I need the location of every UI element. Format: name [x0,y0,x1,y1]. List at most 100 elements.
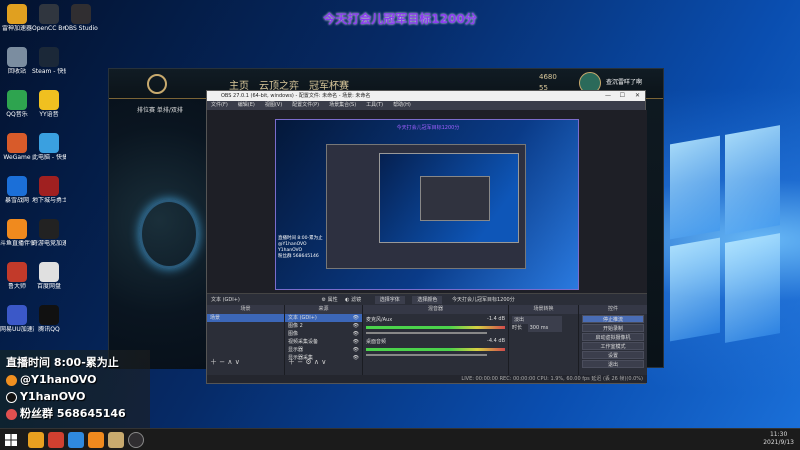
weibo-row: @Y1hanOVO [6,371,144,388]
move-down-icon[interactable]: ∨ [321,358,326,366]
source-item[interactable]: 视频采集设备 👁 [285,338,362,346]
obs-menu-item[interactable]: 视图(V) [265,102,282,108]
clock-time: 11:30 [769,431,788,438]
transition-type-select[interactable]: 淡出 [509,316,578,324]
desktop-icon[interactable]: 此电脑 - 快捷方式 [32,133,66,174]
move-up-icon[interactable]: ∧ [314,358,319,366]
minimize-icon[interactable]: — [605,91,611,101]
preview-fans: 粉丝群 568645146 [278,254,319,259]
taskbar-edge-icon[interactable] [68,432,84,448]
visibility-icon[interactable]: 👁 [353,314,359,322]
close-icon[interactable]: ✕ [635,91,640,101]
desktop-icon[interactable]: 百度网盘 [32,262,66,303]
control-button[interactable]: 停止推流 [582,315,644,323]
taskbar-app-icon[interactable] [48,432,64,448]
gear-icon[interactable]: ⚙ [305,358,311,366]
obs-menu-item[interactable]: 配置文件(P) [292,102,319,108]
gear-icon[interactable]: ⚙ [321,297,325,303]
recycle-bin-icon [7,47,27,67]
maximize-icon[interactable]: ☐ [620,91,625,101]
source-name: 文本 (GDI+) [211,297,240,303]
sources-dock: 来源 文本 (GDI+) 👁 图像 2 👁 图像 👁 视频采集设备 👁 显示器 👁 显示器… [285,305,363,377]
filter-icon[interactable]: ◐ [345,297,349,303]
scene-item[interactable]: 场景 [207,314,284,322]
desktop-icon[interactable]: WeGame [0,133,34,174]
desktop-icon[interactable]: 鲁大师 [0,262,34,303]
remove-icon[interactable]: − [219,358,225,366]
obs-window[interactable]: OBS 27.0.1 (64-bit, windows) - 配置文件: 未命名… [206,90,647,384]
source-item-label: 显示器 [288,347,304,353]
obs-menu-item[interactable]: 帮助(H) [393,102,411,108]
preview-overlay-title: 今天打会儿冠军目标1200分 [396,125,460,131]
control-button[interactable]: 退出 [582,360,644,368]
source-item[interactable]: 图像 👁 [285,330,362,338]
source-item[interactable]: 文本 (GDI+) 👁 [285,314,362,322]
properties-button[interactable]: 属性 [328,297,338,303]
yy-icon [39,90,59,110]
desktop-icon[interactable]: 地下城与勇士 [32,176,66,217]
mixer-track-name: 麦克风/Aux [366,317,393,323]
desktop-icon[interactable]: 回收站 [0,47,34,88]
obs-menu-item[interactable]: 工具(T) [366,102,383,108]
raiden-icon [7,4,27,24]
obs-preview[interactable]: 今天打会儿冠军目标1200分 直播时间 8:00-累为止 @Y1hanOVO Y… [207,110,647,293]
obs-menu-item[interactable]: 文件(F) [211,102,228,108]
desktop-icon-label: 斗鱼直播伴侣 [0,240,34,247]
move-down-icon[interactable]: ∨ [235,358,240,366]
add-icon[interactable]: ＋ [288,358,295,366]
transition-duration-field[interactable]: 300 ms [527,324,562,332]
transitions-dock: 场景转换 淡出 时长 300 ms [509,305,579,377]
text-value-field[interactable]: 今天打会儿冠军目标1200分 [452,297,515,303]
transitions-dock-header: 场景转换 [509,305,578,314]
desktop-icon-label: 鲁大师 [7,283,26,290]
schedule-text: 直播时间 8:00-累为止 [6,356,119,369]
source-item[interactable]: 显示器 👁 [285,346,362,354]
this-pc-icon [39,133,59,153]
visibility-icon[interactable]: 👁 [353,322,359,330]
taskbar-chrome-icon[interactable] [28,432,44,448]
move-up-icon[interactable]: ∧ [227,358,232,366]
lol-side-art [109,99,209,369]
obs-menu-item[interactable]: 编辑(E) [238,102,255,108]
obs-menu-item[interactable]: 场景集合(S) [329,102,356,108]
desktop-icon[interactable]: OBS Studio [64,4,98,45]
desktop-icon[interactable]: 腾讯QQ [32,305,66,346]
desktop-icon[interactable]: QQ音乐 [0,90,34,131]
desktop-icon[interactable]: 网易UU加速器 [0,305,34,346]
system-tray-clock[interactable]: 11:30 2021/9/13 [763,431,794,447]
desktop-icon[interactable]: Steam - 快捷方式 [32,47,66,88]
filters-button[interactable]: 滤镜 [351,297,361,303]
source-item[interactable]: 图像 2 👁 [285,322,362,330]
start-button[interactable] [4,432,20,448]
desktop-icon[interactable]: 暴雪战网 [0,176,34,217]
desktop-icon[interactable]: 斗鱼直播伴侣 [0,219,34,260]
visibility-icon[interactable]: 👁 [353,330,359,338]
control-button[interactable]: 开始录制 [582,324,644,332]
control-button[interactable]: 工作室模式 [582,342,644,350]
desktop-icon[interactable]: OpenCC Broadcast... [32,4,66,45]
visibility-icon[interactable]: 👁 [353,354,359,362]
mixer-list: 麦克风/Aux -1.4 dB 桌面音频 -4.4 dB [363,314,508,358]
scenes-dock-header: 场景 [207,305,284,314]
control-button[interactable]: 设置 [582,351,644,359]
taskbar-douyu-icon[interactable] [88,432,104,448]
visibility-icon[interactable]: 👁 [353,346,359,354]
volume-slider[interactable] [366,354,487,356]
obs-titlebar: OBS 27.0.1 (64-bit, windows) - 配置文件: 未命名… [207,91,645,101]
visibility-icon[interactable]: 👁 [353,338,359,346]
desktop-icon-label: 回收站 [7,68,26,75]
desktop-icon[interactable]: YY语音 [32,90,66,131]
taskbar-obs-icon[interactable] [128,432,144,448]
remove-icon[interactable]: − [297,358,303,366]
transition-duration-label: 时长 [512,325,523,331]
select-font-button[interactable]: 选择字体 [374,296,405,304]
desktop-icon[interactable]: 奇游电竞加速器 [32,219,66,260]
volume-slider[interactable] [366,332,487,334]
select-color-button[interactable]: 选择颜色 [412,296,443,304]
mixer-track-level: -1.4 dB [487,316,505,322]
control-button[interactable]: 启动虚拟摄像机 [582,333,644,341]
taskbar-lol-icon[interactable] [108,432,124,448]
add-icon[interactable]: ＋ [210,358,217,366]
desktop-icon[interactable]: 雷神加速器 [0,4,34,45]
preview-capture-level-3 [379,153,519,243]
